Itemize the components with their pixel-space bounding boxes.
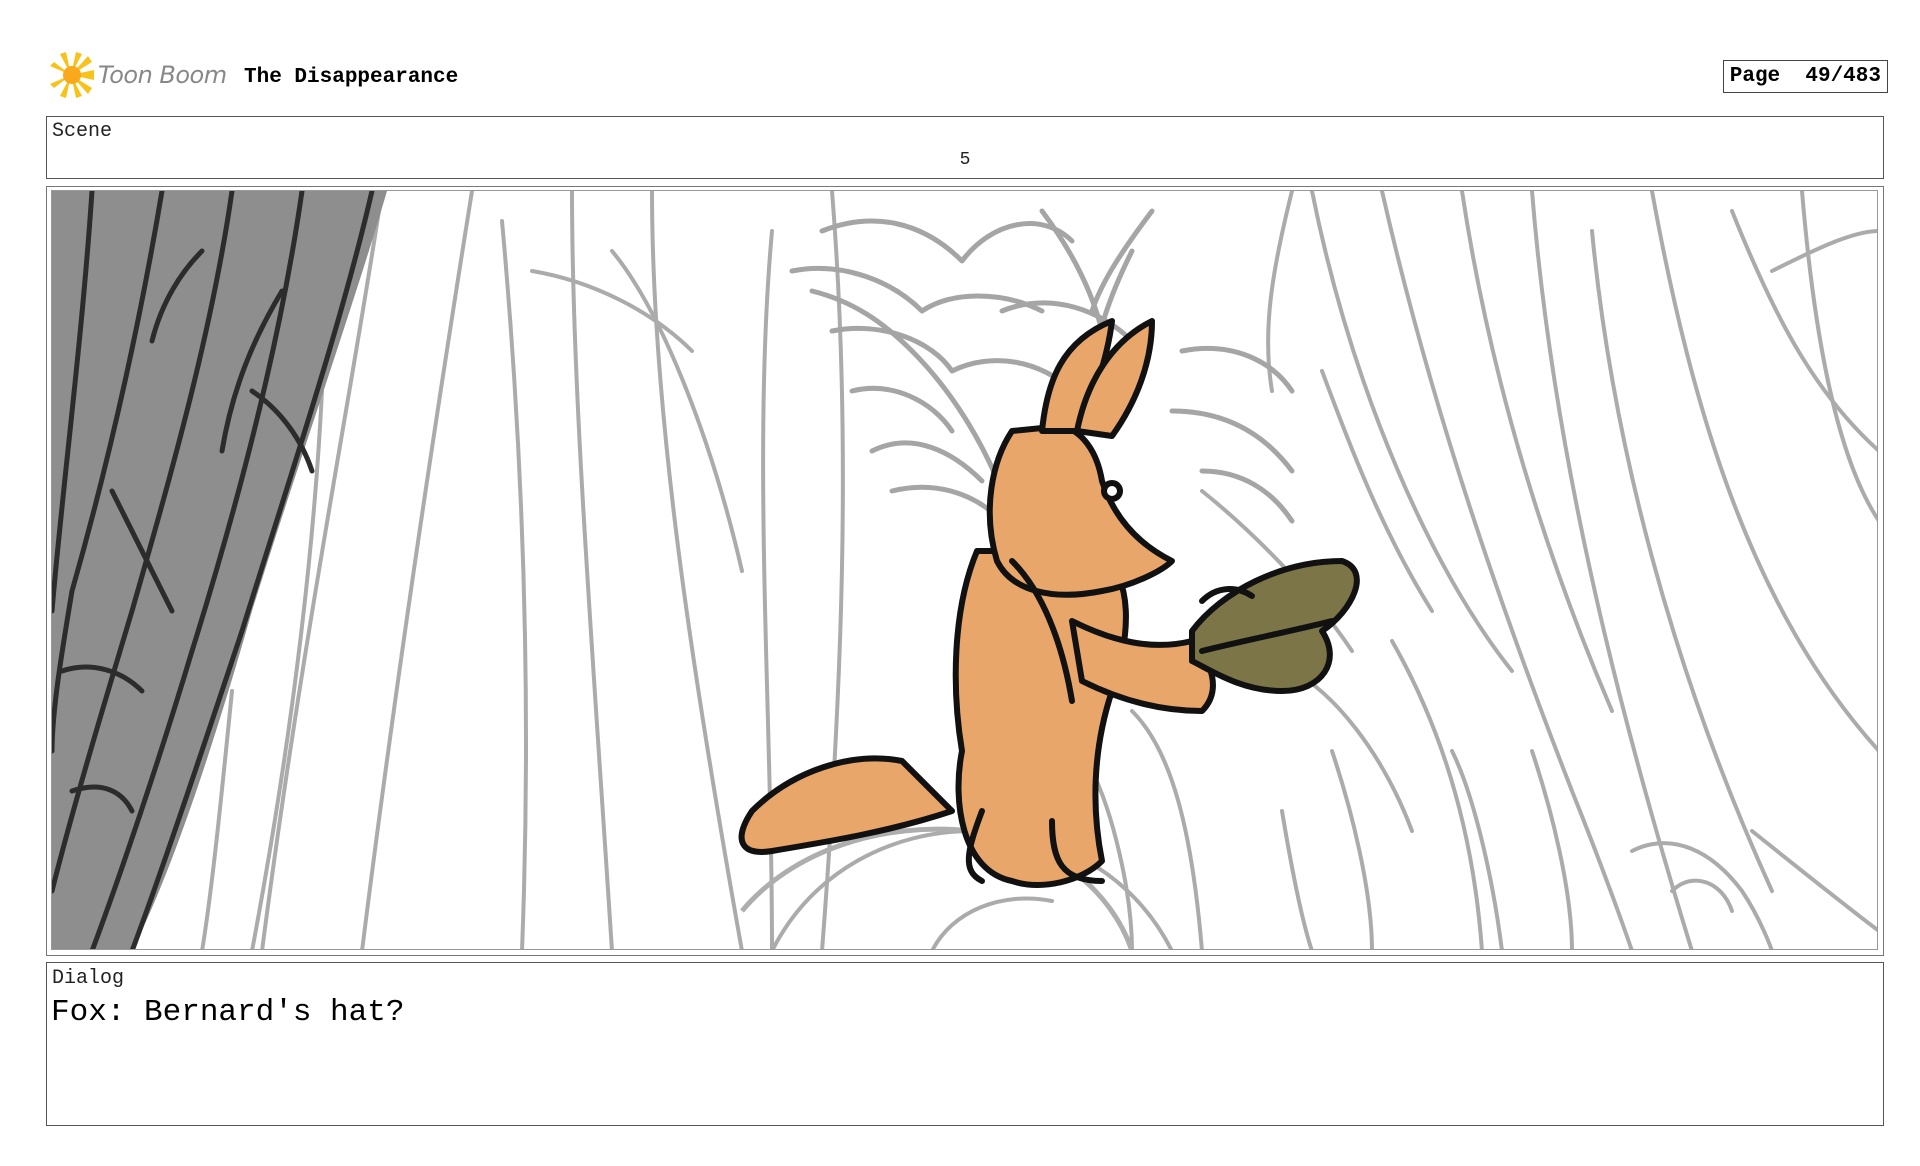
dialog-text: Fox: Bernard's hat?	[51, 995, 405, 1030]
starburst-logo-icon	[50, 52, 94, 98]
panel-image-frame	[51, 190, 1878, 950]
storyboard-panel	[46, 186, 1884, 956]
scene-label: Scene	[52, 120, 113, 143]
page-header: Toon Boom The Disappearance Page 49/483	[48, 52, 1888, 112]
page-indicator: Page 49/483	[1722, 60, 1888, 93]
toon-boom-logo: Toon Boom	[48, 52, 227, 98]
fox-character	[738, 318, 1360, 888]
dialog-field: Dialog Fox: Bernard's hat?	[46, 962, 1884, 1126]
page-number: 49/483	[1805, 65, 1881, 88]
dialog-label: Dialog	[52, 967, 125, 990]
scene-number: 5	[959, 150, 971, 170]
page-label: Page	[1729, 65, 1781, 88]
storyboard-drawing-fox-with-hat	[52, 191, 1877, 949]
project-title: The Disappearance	[244, 66, 459, 89]
tree-trunk-shadow	[52, 191, 387, 949]
hat	[1189, 558, 1360, 694]
scene-field: Scene 5	[46, 116, 1884, 179]
fox-eye	[1101, 480, 1123, 502]
logo-text: Toon Boom	[98, 61, 227, 89]
